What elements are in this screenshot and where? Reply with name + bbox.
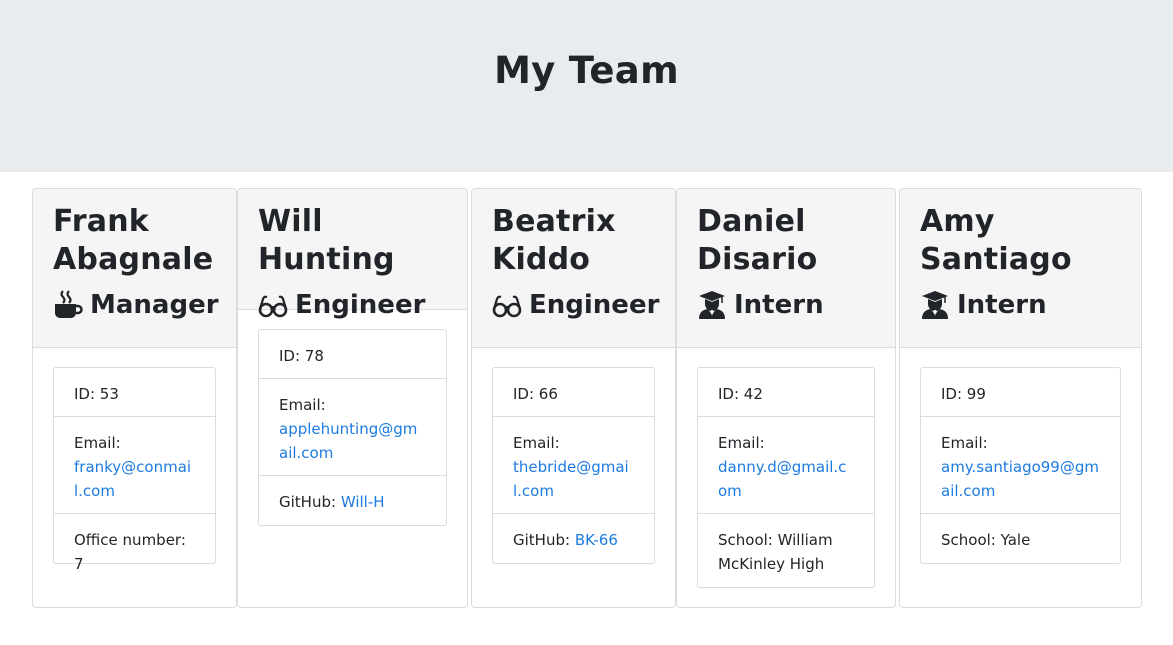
email-label: Email: bbox=[718, 434, 765, 452]
email-label: Email: bbox=[513, 434, 560, 452]
employee-card-intern: Amy Santiago Intern ID: 99 Email: amy.sa… bbox=[899, 188, 1142, 608]
email-link[interactable]: amy.santiago99@gmail.com bbox=[941, 458, 1099, 500]
email-link[interactable]: applehunting@gmail.com bbox=[279, 420, 417, 462]
employee-email: Email: thebride@gmail.com bbox=[493, 417, 654, 514]
employee-role: Engineer bbox=[258, 287, 447, 323]
employee-card-engineer: Will Hunting Engineer ID: 78 Email: appl… bbox=[237, 188, 468, 608]
employee-email: Email: amy.santiago99@gmail.com bbox=[921, 417, 1120, 514]
employee-role: Intern bbox=[697, 287, 875, 323]
github-link[interactable]: Will-H bbox=[341, 493, 385, 511]
employee-name: Beatrix Kiddo bbox=[492, 204, 616, 277]
employee-email: Email: franky@conmail.com bbox=[54, 417, 215, 514]
employee-role: Intern bbox=[920, 287, 1121, 323]
employee-email: Email: applehunting@gmail.com bbox=[259, 379, 446, 476]
email-link[interactable]: franky@conmail.com bbox=[74, 458, 191, 500]
card-header: Beatrix Kiddo Engineer bbox=[472, 189, 675, 348]
employee-id: ID: 66 bbox=[493, 368, 654, 417]
glasses-icon bbox=[492, 290, 522, 320]
card-header: Frank Abagnale Manager bbox=[33, 189, 236, 348]
role-label: Intern bbox=[957, 290, 1047, 320]
employee-name: Frank Abagnale bbox=[53, 204, 214, 277]
coffee-icon bbox=[53, 290, 83, 320]
employee-name: Will Hunting bbox=[258, 204, 395, 277]
employee-id: ID: 78 bbox=[259, 330, 446, 379]
employee-role: Manager bbox=[53, 287, 219, 323]
employee-id: ID: 99 bbox=[921, 368, 1120, 417]
github-link[interactable]: BK-66 bbox=[575, 531, 618, 549]
employee-github: GitHub: Will-H bbox=[259, 476, 446, 525]
employee-school: School: William McKinley High bbox=[718, 531, 833, 573]
graduate-icon bbox=[920, 290, 950, 320]
employee-name: Amy Santiago bbox=[920, 204, 1072, 277]
email-label: Email: bbox=[941, 434, 988, 452]
email-link[interactable]: thebride@gmail.com bbox=[513, 458, 629, 500]
employee-id: ID: 42 bbox=[698, 368, 874, 417]
github-label: GitHub: bbox=[279, 493, 341, 511]
employee-card-manager: Frank Abagnale Manager ID: 53 Email: fra… bbox=[32, 188, 237, 608]
employee-details: ID: 99 Email: amy.santiago99@gmail.com S… bbox=[920, 367, 1121, 564]
glasses-icon bbox=[258, 290, 288, 320]
email-link[interactable]: danny.d@gmail.com bbox=[718, 458, 846, 500]
graduate-icon bbox=[697, 290, 727, 320]
role-label: Intern bbox=[734, 290, 824, 320]
email-label: Email: bbox=[279, 396, 326, 414]
card-header: Daniel Disario Intern bbox=[677, 189, 895, 348]
employee-details: ID: 53 Email: franky@conmail.com Office … bbox=[53, 367, 216, 573]
employee-school: School: Yale bbox=[941, 531, 1031, 549]
employee-details: ID: 78 Email: applehunting@gmail.com Git… bbox=[258, 329, 447, 526]
employee-github: GitHub: BK-66 bbox=[493, 514, 654, 563]
card-header: Amy Santiago Intern bbox=[900, 189, 1141, 348]
employee-office-number: Office number: 7 bbox=[74, 531, 186, 573]
role-label: Engineer bbox=[529, 290, 660, 320]
employee-email: Email: danny.d@gmail.com bbox=[698, 417, 874, 514]
role-label: Engineer bbox=[295, 290, 426, 320]
employee-details: ID: 42 Email: danny.d@gmail.com School: … bbox=[697, 367, 875, 588]
email-label: Email: bbox=[74, 434, 121, 452]
card-header: Will Hunting Engineer bbox=[238, 189, 467, 320]
role-label: Manager bbox=[90, 290, 219, 320]
page-title: My Team bbox=[494, 48, 679, 92]
employee-role: Engineer bbox=[492, 287, 659, 323]
github-label: GitHub: bbox=[513, 531, 575, 549]
employee-id: ID: 53 bbox=[54, 368, 215, 417]
employee-details: ID: 66 Email: thebride@gmail.com GitHub:… bbox=[492, 367, 655, 564]
header-banner: My Team bbox=[0, 0, 1173, 172]
employee-card-intern: Daniel Disario Intern ID: 42 Email: dann… bbox=[676, 188, 896, 608]
employee-name: Daniel Disario bbox=[697, 204, 818, 277]
employee-card-engineer: Beatrix Kiddo Engineer ID: 66 Email: the… bbox=[471, 188, 676, 608]
